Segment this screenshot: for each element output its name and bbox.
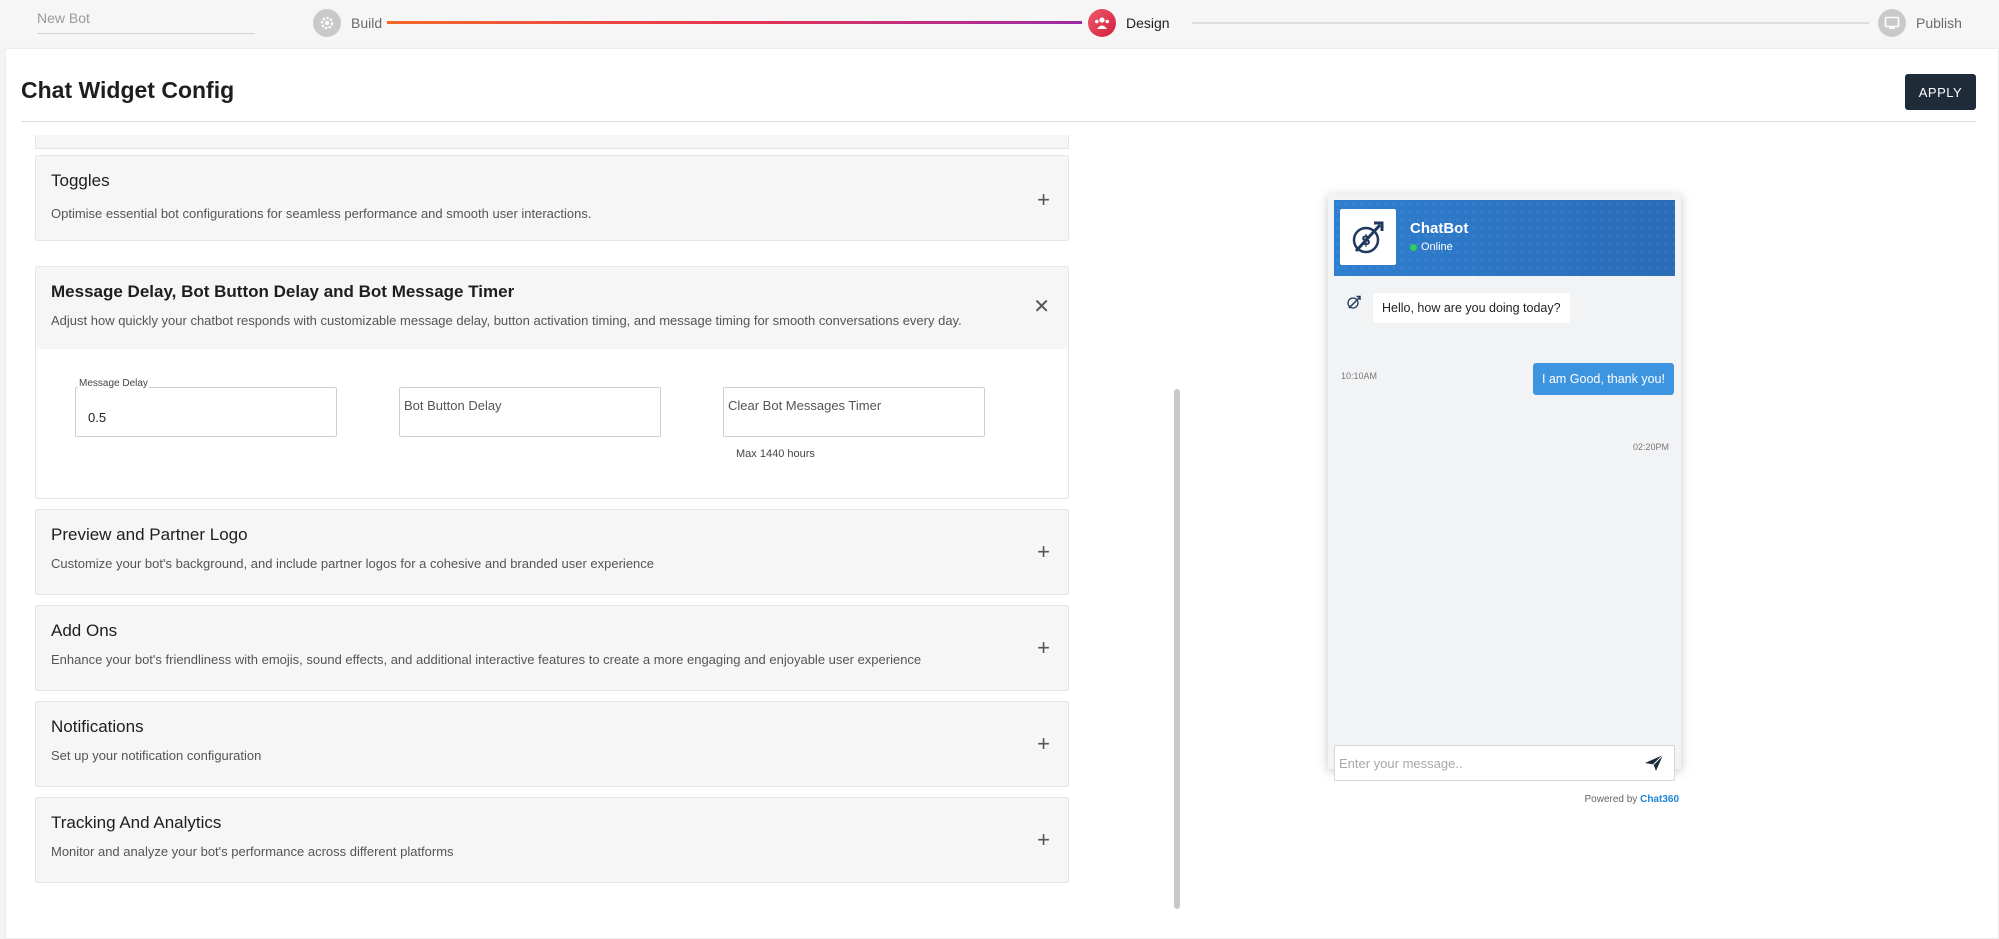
chat-input-box[interactable] — [1334, 745, 1675, 781]
section-description: Monitor and analyze your bot's performan… — [51, 844, 454, 859]
bot-avatar: $ — [1340, 209, 1396, 265]
section-description: Set up your notification configuration — [51, 748, 262, 763]
bot-message-bubble: Hello, how are you doing today? — [1373, 293, 1570, 323]
bot-message-avatar-icon — [1347, 295, 1361, 309]
step-publish[interactable]: Publish — [1878, 9, 1962, 37]
section-preview-partner-logo[interactable]: Preview and Partner Logo Customize your … — [35, 509, 1069, 595]
step-publish-label: Publish — [1916, 15, 1962, 31]
monitor-icon — [1878, 9, 1906, 37]
page-title: Chat Widget Config — [21, 77, 235, 103]
step-build-label: Build — [351, 15, 383, 31]
gear-icon — [313, 9, 341, 37]
section-add-ons[interactable]: Add Ons Enhance your bot's friendliness … — [35, 605, 1069, 691]
user-message-bubble: I am Good, thank you! — [1533, 363, 1674, 395]
expand-plus-icon[interactable]: + — [1037, 189, 1050, 211]
bot-button-delay-field[interactable] — [399, 387, 661, 437]
divider — [21, 121, 1976, 122]
section-description: Adjust how quickly your chatbot responds… — [51, 313, 962, 328]
apply-button[interactable]: APPLY — [1905, 74, 1976, 110]
top-stepper-bar: New Bot Build Design Publish — [0, 0, 1999, 46]
progress-line-pending — [1192, 22, 1869, 24]
section-title: Toggles — [51, 171, 110, 190]
step-design-label: Design — [1126, 15, 1170, 31]
send-icon[interactable] — [1644, 754, 1664, 772]
config-card: Chat Widget Config APPLY Toggles Optimis… — [5, 48, 1999, 939]
chat-message-input[interactable] — [1335, 746, 1625, 780]
step-design[interactable]: Design — [1088, 9, 1170, 37]
section-title: Tracking And Analytics — [51, 813, 222, 832]
section-title: Message Delay, Bot Button Delay and Bot … — [51, 282, 515, 301]
progress-line-completed — [387, 21, 1082, 24]
clear-timer-field[interactable] — [723, 387, 985, 437]
online-dot-icon — [1410, 243, 1417, 251]
message-delay-field[interactable]: Message Delay — [75, 378, 337, 437]
bot-logo-icon: $ — [1352, 221, 1384, 254]
collapsed-section-stub — [35, 135, 1069, 149]
user-message-time: 02:20PM — [1632, 442, 1669, 452]
clear-timer-input[interactable] — [724, 388, 984, 436]
section-title: Notifications — [51, 717, 144, 736]
expand-plus-icon[interactable]: + — [1037, 637, 1050, 659]
clear-timer-hint: Max 1440 hours — [736, 448, 815, 460]
chat-status-label: Online — [1421, 241, 1453, 253]
users-icon — [1088, 9, 1116, 37]
message-delay-label: Message Delay — [78, 378, 149, 389]
bot-button-delay-input[interactable] — [400, 388, 660, 436]
chat-widget-preview: $ ChatBot Online Hello, how are you doin… — [1328, 194, 1681, 805]
powered-by-brand[interactable]: Chat360 — [1640, 794, 1679, 805]
section-header[interactable] — [36, 267, 1068, 349]
bot-message-time: 10:10AM — [1341, 371, 1378, 381]
chat-header: $ ChatBot Online — [1334, 200, 1675, 276]
chat-bot-name: ChatBot — [1410, 220, 1469, 237]
section-title: Preview and Partner Logo — [51, 525, 248, 544]
section-tracking-analytics[interactable]: Tracking And Analytics Monitor and analy… — [35, 797, 1069, 883]
powered-by: Powered by Chat360 — [1585, 794, 1680, 805]
section-description: Customize your bot's background, and inc… — [51, 556, 655, 571]
step-build[interactable]: Build — [313, 9, 382, 37]
expand-plus-icon[interactable]: + — [1037, 829, 1050, 851]
chat-status: Online — [1410, 241, 1453, 253]
expand-plus-icon[interactable]: + — [1037, 541, 1050, 563]
bot-name-input[interactable]: New Bot — [37, 10, 255, 34]
expand-plus-icon[interactable]: + — [1037, 733, 1050, 755]
section-message-delay: Message Delay, Bot Button Delay and Bot … — [35, 266, 1069, 499]
section-description: Optimise essential bot configurations fo… — [51, 206, 592, 221]
section-notifications[interactable]: Notifications Set up your notification c… — [35, 701, 1069, 787]
collapse-close-icon[interactable]: ✕ — [1033, 297, 1050, 317]
section-description: Enhance your bot's friendliness with emo… — [51, 652, 922, 667]
message-delay-input[interactable] — [76, 388, 336, 436]
section-title: Add Ons — [51, 621, 118, 640]
section-toggles[interactable]: Toggles Optimise essential bot configura… — [35, 155, 1069, 241]
vertical-scrollbar[interactable] — [1174, 389, 1180, 909]
powered-by-prefix: Powered by — [1584, 794, 1638, 805]
